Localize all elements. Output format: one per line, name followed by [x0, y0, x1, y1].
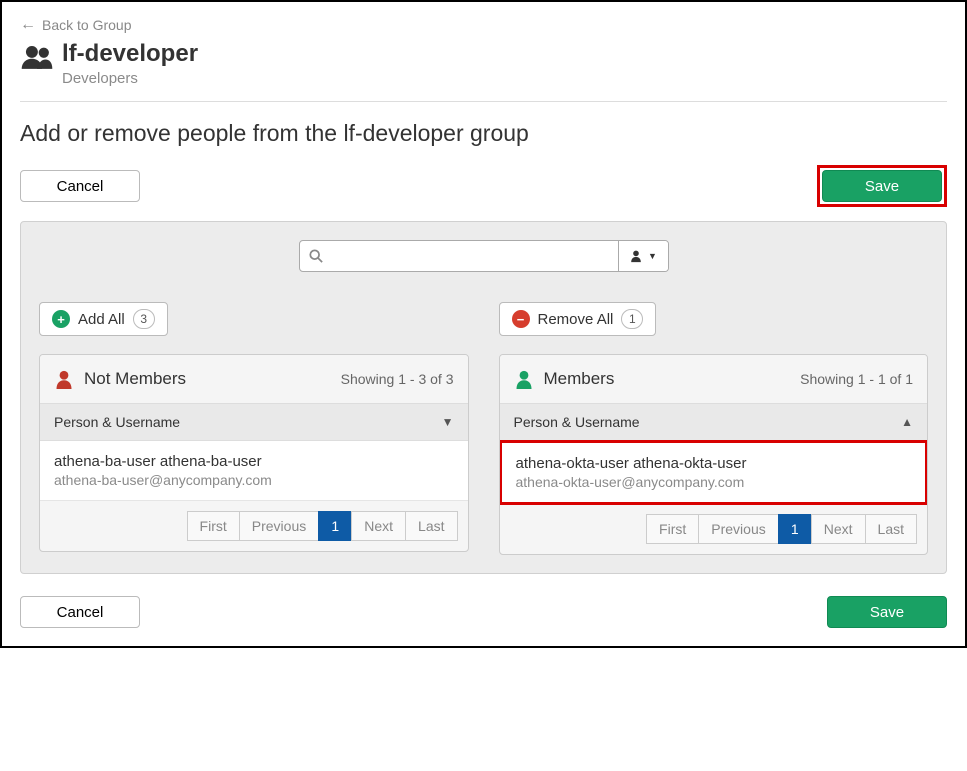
user-name: athena-okta-user athena-okta-user [516, 455, 912, 472]
save-button[interactable]: Save [827, 596, 947, 628]
search-wrap: ▼ [299, 240, 669, 272]
group-description: Developers [62, 70, 198, 87]
add-all-count: 3 [133, 309, 155, 329]
members-header: Members Showing 1 - 1 of 1 [500, 355, 928, 403]
not-members-showing: Showing 1 - 3 of 3 [341, 371, 454, 387]
not-members-pager: First Previous 1 Next Last [40, 501, 468, 551]
pager-prev[interactable]: Previous [239, 511, 319, 541]
search-icon [300, 241, 332, 271]
person-icon [54, 369, 74, 389]
not-members-sort[interactable]: Person & Username ▼ [40, 403, 468, 441]
save-highlight: Save [817, 165, 947, 207]
page-container: ← Back to Group lf-developer Developers … [0, 0, 967, 648]
remove-all-count: 1 [621, 309, 643, 329]
pager-next[interactable]: Next [351, 511, 406, 541]
pager-next[interactable]: Next [811, 514, 866, 544]
remove-all-label: Remove All [538, 311, 614, 328]
pager-first[interactable]: First [646, 514, 699, 544]
pager-current[interactable]: 1 [318, 511, 352, 541]
members-title: Members [544, 369, 615, 389]
save-button[interactable]: Save [822, 170, 942, 202]
cancel-button[interactable]: Cancel [20, 596, 140, 628]
user-email: athena-okta-user@anycompany.com [516, 474, 912, 490]
bottom-action-row: Cancel Save [20, 596, 947, 628]
members-column: − Remove All 1 Members Showing 1 - 1 of … [499, 302, 929, 555]
top-action-row: Cancel Save [20, 165, 947, 207]
members-sort[interactable]: Person & Username ▲ [500, 403, 928, 441]
pager-prev[interactable]: Previous [698, 514, 778, 544]
back-to-group-link[interactable]: ← Back to Group [20, 16, 132, 34]
caret-down-icon: ▼ [648, 251, 657, 261]
search-row: ▼ [39, 240, 928, 272]
sort-label: Person & Username [514, 414, 640, 430]
person-icon [514, 369, 534, 389]
add-all-label: Add All [78, 311, 125, 328]
search-input[interactable] [332, 241, 618, 271]
sort-label: Person & Username [54, 414, 180, 430]
members-panel: ▼ + Add All 3 Not Members [20, 221, 947, 574]
not-members-column: + Add All 3 Not Members Showing 1 - 3 of… [39, 302, 469, 555]
pager-first[interactable]: First [187, 511, 240, 541]
pager-current[interactable]: 1 [778, 514, 812, 544]
members-showing: Showing 1 - 1 of 1 [800, 371, 913, 387]
list-item[interactable]: athena-okta-user athena-okta-user athena… [499, 440, 929, 505]
arrow-left-icon: ← [20, 16, 36, 34]
back-link-label: Back to Group [42, 17, 132, 33]
minus-icon: − [512, 310, 530, 328]
group-header: lf-developer Developers [20, 40, 947, 102]
caret-down-icon: ▼ [442, 415, 454, 429]
list-item[interactable]: athena-ba-user athena-ba-user athena-ba-… [40, 441, 468, 501]
members-body: Members Showing 1 - 1 of 1 Person & User… [499, 354, 929, 555]
columns: + Add All 3 Not Members Showing 1 - 3 of… [39, 302, 928, 555]
group-icon [20, 42, 54, 72]
cancel-button[interactable]: Cancel [20, 170, 140, 202]
search-type-dropdown[interactable]: ▼ [618, 241, 668, 271]
not-members-title: Not Members [84, 369, 186, 389]
not-members-header: Not Members Showing 1 - 3 of 3 [40, 355, 468, 403]
pager-last[interactable]: Last [865, 514, 917, 544]
not-members-body: Not Members Showing 1 - 3 of 3 Person & … [39, 354, 469, 552]
plus-icon: + [52, 310, 70, 328]
pager-last[interactable]: Last [405, 511, 457, 541]
remove-all-button[interactable]: − Remove All 1 [499, 302, 657, 336]
group-name: lf-developer [62, 40, 198, 68]
members-pager: First Previous 1 Next Last [500, 504, 928, 554]
user-name: athena-ba-user athena-ba-user [54, 453, 454, 470]
user-email: athena-ba-user@anycompany.com [54, 472, 454, 488]
page-title: Add or remove people from the lf-develop… [20, 120, 947, 147]
caret-up-icon: ▲ [901, 415, 913, 429]
add-all-button[interactable]: + Add All 3 [39, 302, 168, 336]
